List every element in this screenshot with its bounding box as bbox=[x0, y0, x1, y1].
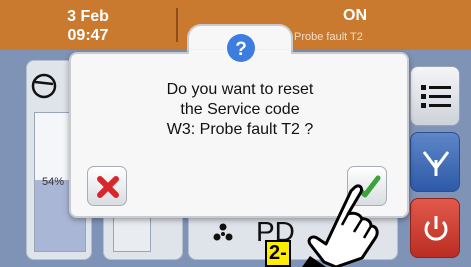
valve-icon bbox=[422, 151, 450, 176]
valve-button[interactable] bbox=[410, 132, 460, 192]
step-label: 2- bbox=[265, 240, 291, 267]
unit-status: ON bbox=[343, 7, 367, 24]
fan-icon bbox=[213, 223, 233, 241]
capacity-percent: 54% bbox=[42, 176, 65, 188]
power-button[interactable] bbox=[410, 198, 460, 258]
screen: 3 Feb 09:47 ON Probe fault T2 54% PD ? D… bbox=[0, 0, 471, 267]
dialog-message-line2: the Service code bbox=[180, 101, 300, 118]
fault-indicator: Probe fault T2 bbox=[294, 31, 363, 43]
header-time: 09:47 bbox=[67, 27, 109, 44]
svg-text:?: ? bbox=[235, 39, 247, 60]
cancel-button[interactable] bbox=[87, 166, 127, 206]
datetime: 3 Feb 09:47 bbox=[0, 0, 176, 50]
header-divider bbox=[176, 8, 178, 42]
compressor-icon bbox=[31, 73, 57, 99]
menu-button[interactable] bbox=[410, 66, 460, 126]
red-x-icon bbox=[97, 176, 119, 198]
question-icon: ? bbox=[227, 34, 255, 62]
header-date: 3 Feb bbox=[67, 8, 109, 25]
pointing-hand-icon bbox=[302, 184, 379, 267]
dialog-message-line3: W3: Probe fault T2 ? bbox=[166, 121, 314, 138]
menu-icon bbox=[421, 85, 451, 108]
power-icon bbox=[424, 216, 448, 241]
dialog-message-line1: Do you want to reset bbox=[166, 81, 314, 98]
dialog-message: Do you want to reset the Service code W3… bbox=[100, 80, 380, 140]
